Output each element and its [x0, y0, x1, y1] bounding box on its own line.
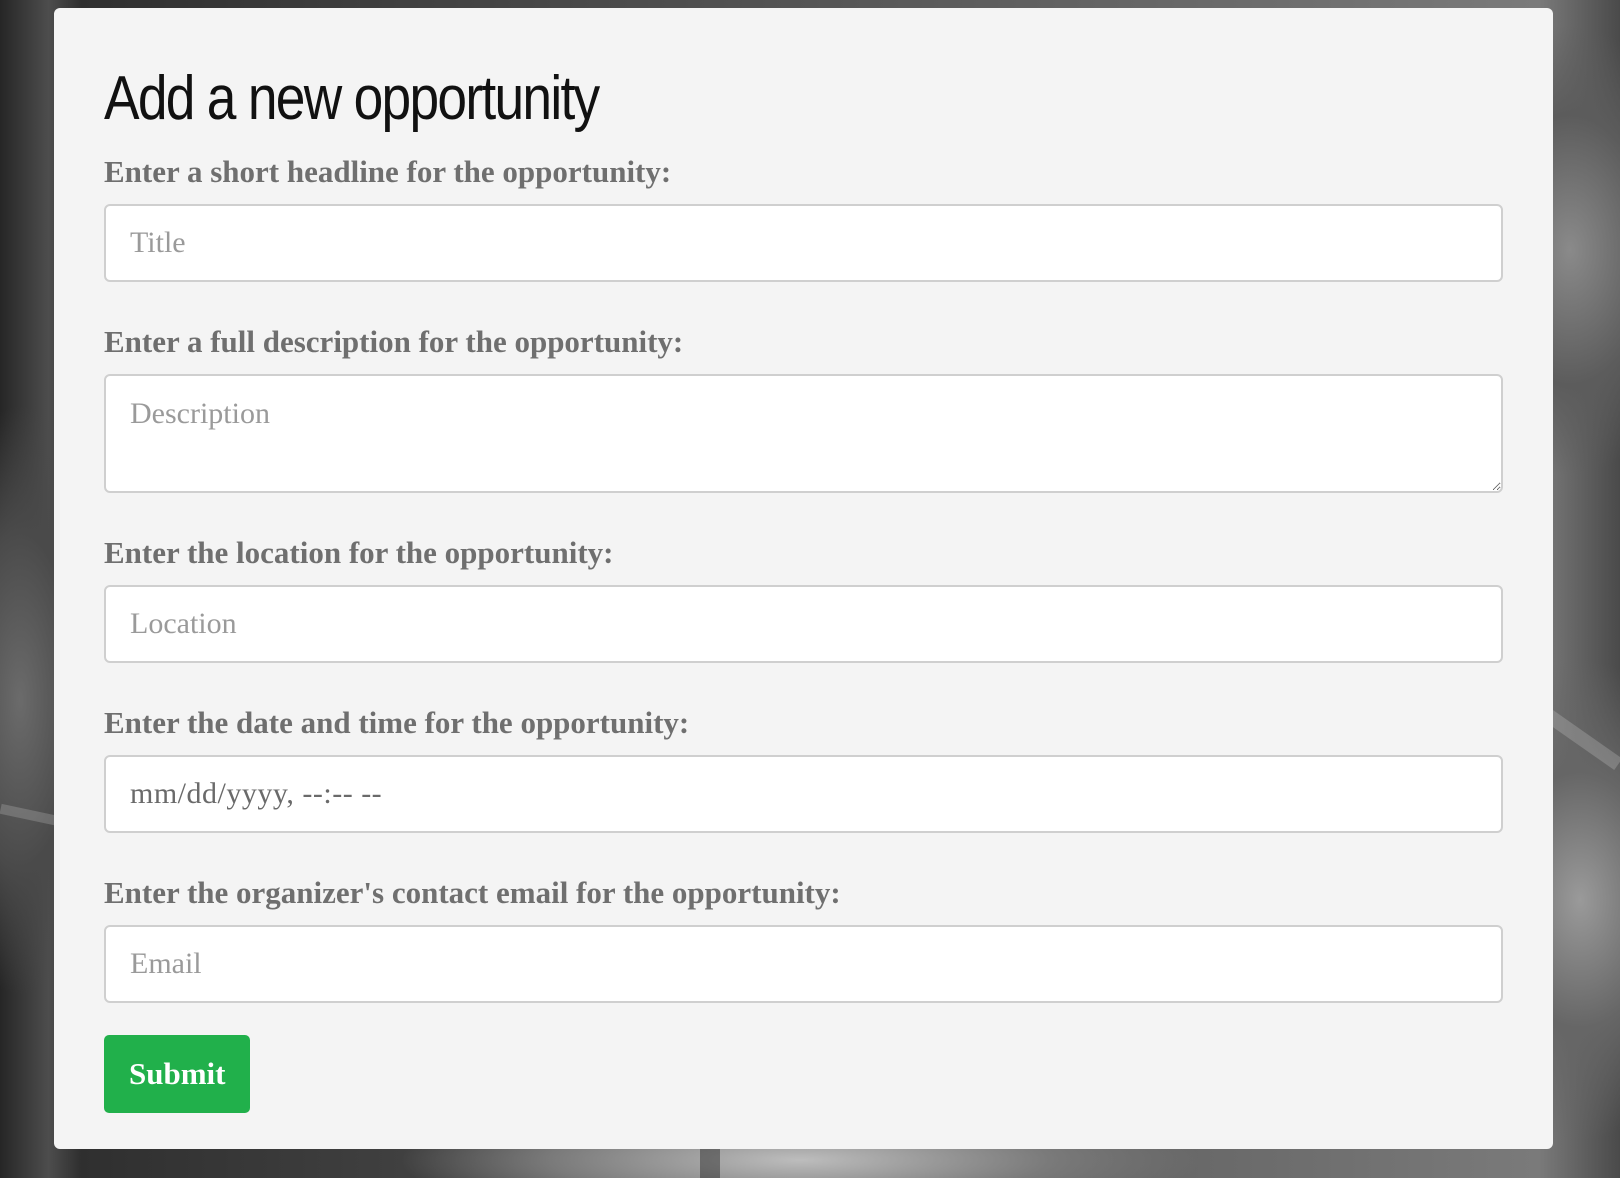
email-input[interactable]	[104, 925, 1503, 1003]
datetime-field-label: Enter the date and time for the opportun…	[104, 705, 690, 740]
email-field-label: Enter the organizer's contact email for …	[104, 875, 841, 910]
datetime-placeholder: mm/dd/yyyy, --:-- --	[130, 777, 383, 810]
datetime-input[interactable]: mm/dd/yyyy, --:-- --	[104, 755, 1503, 833]
page-title: Add a new opportunity	[104, 64, 600, 133]
opportunity-form-panel: Add a new opportunity Enter a short head…	[54, 8, 1553, 1149]
location-field-label: Enter the location for the opportunity:	[104, 535, 614, 570]
description-textarea[interactable]	[104, 374, 1503, 493]
description-field-label: Enter a full description for the opportu…	[104, 324, 684, 359]
location-input[interactable]	[104, 585, 1503, 663]
title-input[interactable]	[104, 204, 1503, 282]
title-field-label: Enter a short headline for the opportuni…	[104, 154, 672, 189]
submit-button[interactable]: Submit	[104, 1035, 251, 1113]
